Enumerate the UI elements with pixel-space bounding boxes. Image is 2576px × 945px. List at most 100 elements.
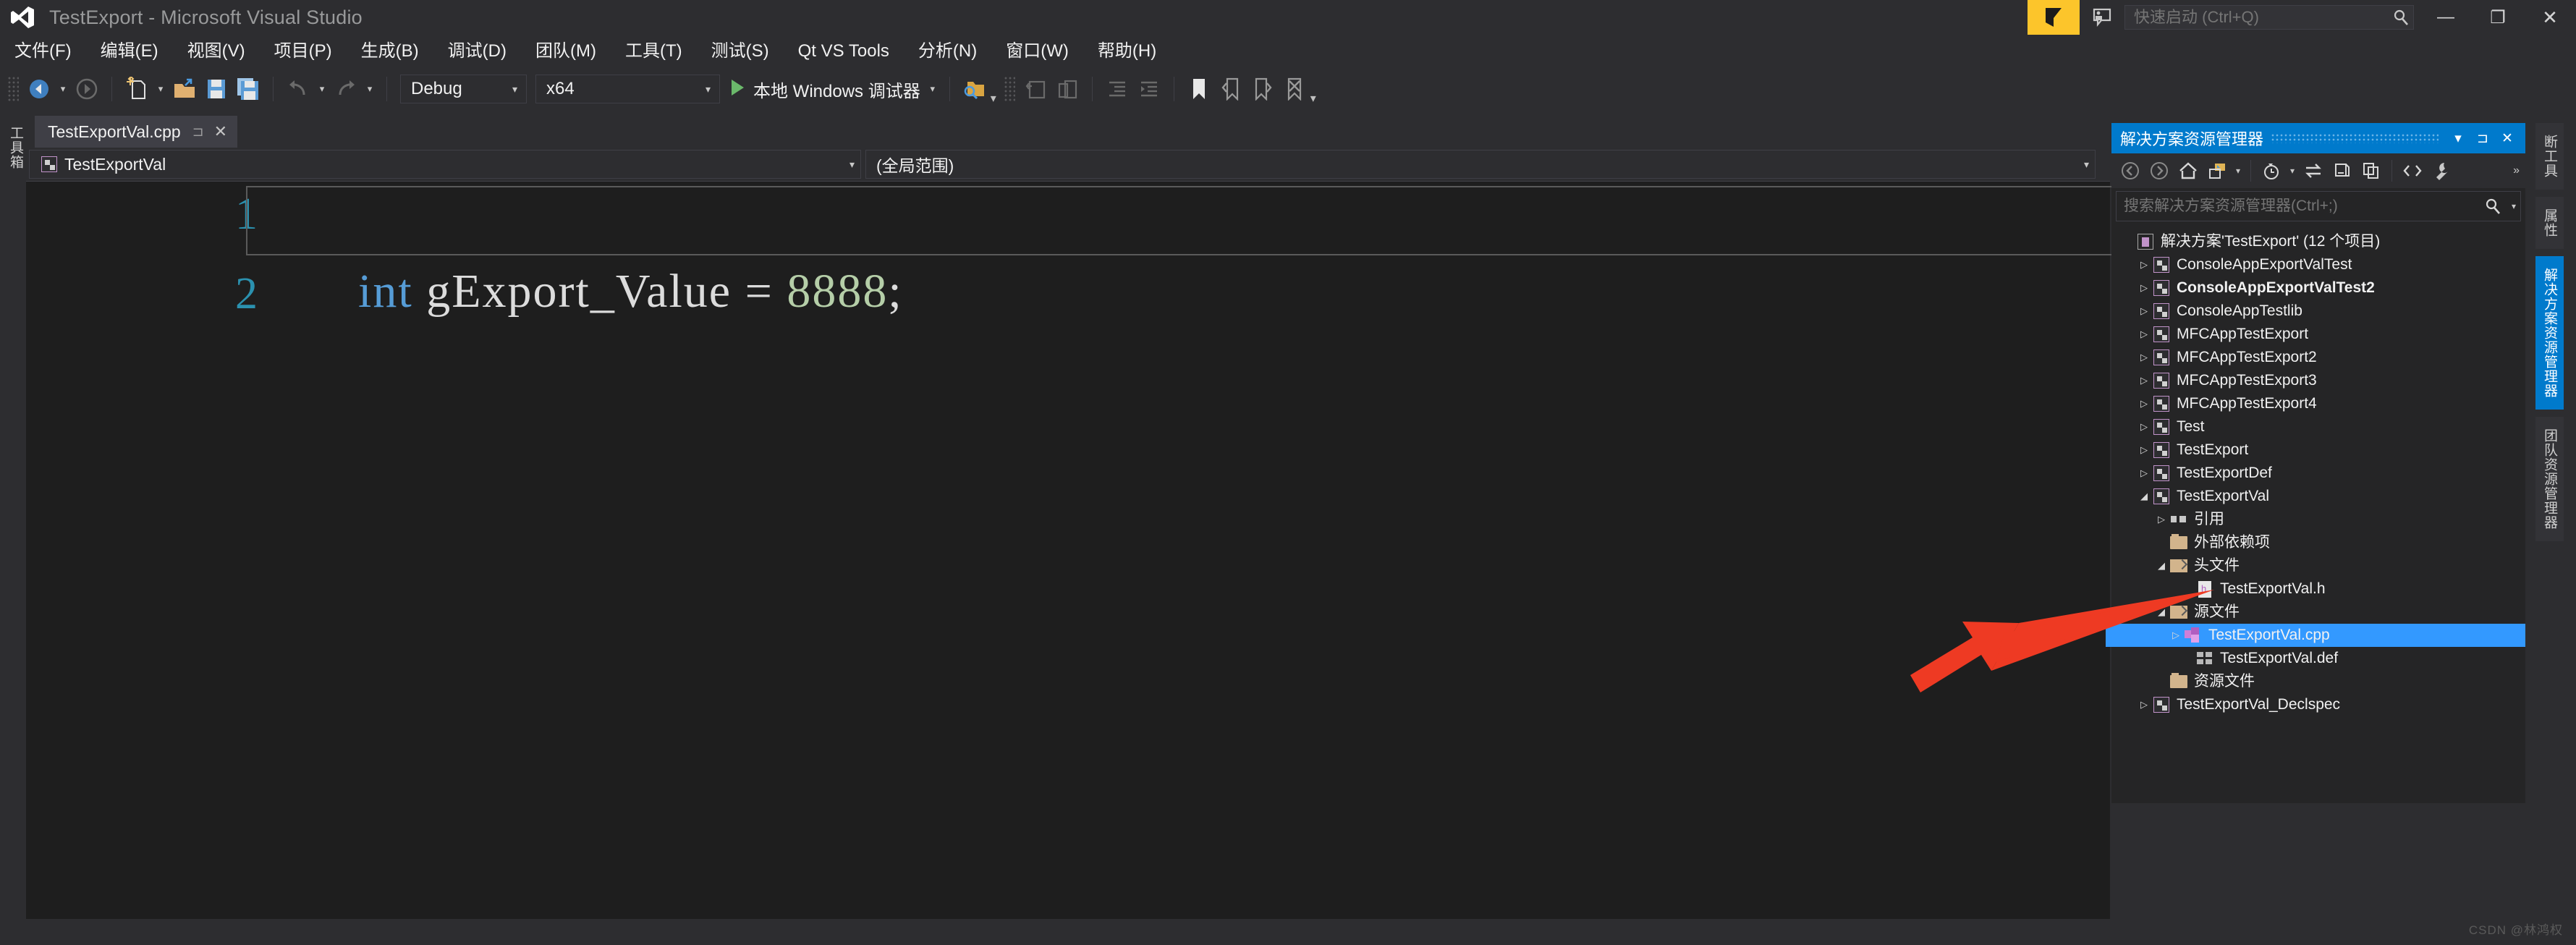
solution-configuration-combo[interactable]: Debug ▾ xyxy=(400,75,527,103)
panel-drag-dots[interactable] xyxy=(2271,133,2439,143)
tree-expander[interactable]: ▷ xyxy=(2136,444,2152,456)
menu-item-help[interactable]: 帮助(H) xyxy=(1083,37,1171,66)
menu-item-team[interactable]: 团队(M) xyxy=(521,37,611,66)
tree-row-project-mfcapptestexport[interactable]: ▷ MFCAppTestExport xyxy=(2111,323,2525,346)
menu-item-view[interactable]: 视图(V) xyxy=(173,37,260,66)
new-item-icon[interactable] xyxy=(122,75,151,103)
collapse-all-icon[interactable] xyxy=(2357,156,2385,185)
save-icon[interactable] xyxy=(202,75,231,103)
home-icon[interactable] xyxy=(2174,156,2202,185)
code-line-1[interactable]: int gExport_Value = 8888; xyxy=(278,187,903,396)
start-debug-dropdown-caret[interactable]: ▾ xyxy=(925,75,941,103)
chevron-down-icon[interactable]: ▾ xyxy=(2286,156,2299,185)
pending-changes-filter-icon[interactable] xyxy=(2203,156,2231,185)
navigate-forward-icon[interactable] xyxy=(72,75,101,103)
tree-row-resource-files[interactable]: 资源文件 xyxy=(2111,670,2525,693)
quick-launch-box[interactable] xyxy=(2124,5,2414,30)
vertical-tab-breakpoint-tools[interactable]: 断工具 xyxy=(2535,123,2564,190)
redo-dropdown-caret[interactable]: ▾ xyxy=(362,75,378,103)
minimize-button[interactable]: — xyxy=(2420,0,2472,35)
undo-dropdown-caret[interactable]: ▾ xyxy=(314,75,330,103)
save-all-icon[interactable] xyxy=(234,75,263,103)
redo-icon[interactable] xyxy=(331,75,360,103)
tree-row-project-test[interactable]: ▷ Test xyxy=(2111,415,2525,438)
clear-bookmarks-icon[interactable] xyxy=(1280,75,1309,103)
solution-explorer-scrollbar[interactable] xyxy=(2525,123,2535,803)
open-file-icon[interactable] xyxy=(170,75,199,103)
document-tab-testexportval-cpp[interactable]: TestExportVal.cpp ⊐ ✕ xyxy=(35,116,238,148)
pin-icon[interactable]: ⊐ xyxy=(192,124,204,140)
forward-icon[interactable] xyxy=(2145,156,2173,185)
undo-icon[interactable] xyxy=(284,75,313,103)
next-bookmark-icon[interactable] xyxy=(1248,75,1277,103)
close-button[interactable]: ✕ xyxy=(2524,0,2576,35)
tree-row-project-consoleapptestlib[interactable]: ▷ ConsoleAppTestlib xyxy=(2111,300,2525,323)
pin-icon[interactable]: ⊐ xyxy=(2470,125,2495,151)
navigate-back-icon[interactable] xyxy=(25,75,54,103)
tree-row-project-mfcapptestexport3[interactable]: ▷ MFCAppTestExport3 xyxy=(2111,369,2525,392)
tree-row-project-consoleappexportvaltest2[interactable]: ▷ ConsoleAppExportValTest2 xyxy=(2111,276,2525,300)
tree-row-project-testexportval-declspec[interactable]: ▷ TestExportVal_Declspec xyxy=(2111,693,2525,716)
menu-item-build[interactable]: 生成(B) xyxy=(347,37,433,66)
chevron-down-icon[interactable]: ▾ xyxy=(2446,125,2470,151)
back-icon[interactable] xyxy=(2117,156,2144,185)
solution-platform-combo[interactable]: x64 ▾ xyxy=(535,75,720,103)
tree-expander[interactable]: ▷ xyxy=(2153,514,2169,525)
search-options-caret[interactable]: ▾ xyxy=(2507,192,2520,221)
close-icon[interactable]: ✕ xyxy=(214,122,227,141)
menu-item-edit[interactable]: 编辑(E) xyxy=(86,37,173,66)
feedback-flag-icon[interactable] xyxy=(2028,0,2080,35)
chevron-down-icon[interactable]: ▾ xyxy=(2077,158,2089,171)
tree-row-external-dependencies[interactable]: 外部依赖项 xyxy=(2111,531,2525,554)
menu-item-qt-vs-tools[interactable]: Qt VS Tools xyxy=(784,37,904,66)
comment-selection-icon[interactable] xyxy=(1021,75,1050,103)
tree-row-project-testexport[interactable]: ▷ TestExport xyxy=(2111,438,2525,462)
sync-with-active-document-icon[interactable] xyxy=(2300,156,2327,185)
tree-row-header-files[interactable]: ◢ 头文件 xyxy=(2111,554,2525,577)
chevron-down-icon[interactable]: ▾ xyxy=(697,83,719,96)
new-item-dropdown-caret[interactable]: ▾ xyxy=(153,75,169,103)
tree-row-references[interactable]: ▷ 引用 xyxy=(2111,508,2525,531)
toggle-bookmark-icon[interactable] xyxy=(1185,75,1213,103)
previous-bookmark-icon[interactable] xyxy=(1216,75,1245,103)
code-text-area[interactable]: int gExport_Value = 8888; xyxy=(246,182,2127,945)
tree-expander[interactable]: ▷ xyxy=(2136,259,2152,271)
solution-explorer-search-box[interactable]: ▾ xyxy=(2116,191,2521,221)
pending-changes-icon[interactable] xyxy=(2258,156,2285,185)
vertical-tab-solution-explorer[interactable]: 解决方案资源管理器 xyxy=(2535,256,2564,410)
tree-expander[interactable]: ▷ xyxy=(2136,352,2152,363)
tree-row-project-mfcapptestexport4[interactable]: ▷ MFCAppTestExport4 xyxy=(2111,392,2525,415)
tree-row-solution[interactable]: 解决方案'TestExport' (12 个项目) xyxy=(2111,230,2525,253)
tree-expander[interactable]: ▷ xyxy=(2136,329,2152,340)
toolbar-grip[interactable] xyxy=(1003,76,1015,102)
toolbar-overflow-icon[interactable]: ▾ xyxy=(991,91,996,106)
chevron-down-icon[interactable]: ▾ xyxy=(842,158,855,171)
refresh-icon[interactable] xyxy=(2329,156,2356,185)
menu-item-analyze[interactable]: 分析(N) xyxy=(904,37,991,66)
menu-item-project[interactable]: 项目(P) xyxy=(260,37,347,66)
navbar-project-combo[interactable]: TestExportVal ▾ xyxy=(29,150,861,179)
tree-row-project-testexportval[interactable]: ◢ TestExportVal xyxy=(2111,485,2525,508)
tree-expander[interactable]: ▷ xyxy=(2136,398,2152,410)
tree-row-project-mfcapptestexport2[interactable]: ▷ MFCAppTestExport2 xyxy=(2111,346,2525,369)
increase-indent-icon[interactable] xyxy=(1135,75,1164,103)
maximize-button[interactable]: ❐ xyxy=(2472,0,2524,35)
tree-expander[interactable]: ▷ xyxy=(2136,305,2152,317)
tree-row-project-testexportdef[interactable]: ▷ TestExportDef xyxy=(2111,462,2525,485)
tree-row-file-testexportval-h[interactable]: TestExportVal.h xyxy=(2111,577,2525,601)
chevron-down-icon[interactable]: ▾ xyxy=(504,83,526,96)
chevron-down-icon[interactable]: ▾ xyxy=(2232,156,2245,185)
toolbar-overflow-icon[interactable]: ▾ xyxy=(1310,91,1316,106)
tree-expander[interactable]: ▷ xyxy=(2136,375,2152,386)
tree-expander[interactable]: ▷ xyxy=(2136,699,2152,711)
tree-row-source-files[interactable]: ◢ 源文件 xyxy=(2111,601,2525,624)
decrease-indent-icon[interactable] xyxy=(1103,75,1132,103)
send-feedback-icon[interactable] xyxy=(2080,0,2124,35)
quick-launch-input[interactable] xyxy=(2125,7,2389,27)
tree-expander[interactable]: ◢ xyxy=(2153,606,2169,618)
solution-tree[interactable]: 解决方案'TestExport' (12 个项目) ▷ ConsoleAppEx… xyxy=(2106,226,2525,716)
menu-item-test[interactable]: 测试(S) xyxy=(697,37,784,66)
tree-expander[interactable]: ▷ xyxy=(2136,282,2152,294)
tree-expander[interactable]: ◢ xyxy=(2153,560,2169,572)
vertical-tab-team-explorer[interactable]: 团队资源管理器 xyxy=(2535,417,2564,541)
